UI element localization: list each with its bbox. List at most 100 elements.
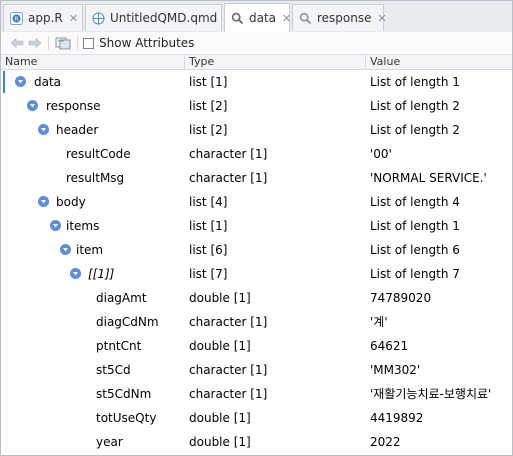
tree-row[interactable]: response list [2] List of length 2: [1, 94, 512, 118]
row-name: data: [34, 75, 62, 89]
tree-row[interactable]: header list [2] List of length 2: [1, 118, 512, 142]
tab-label: data: [249, 11, 277, 25]
toolbar-divider: [48, 36, 49, 50]
show-attributes-label: Show Attributes: [99, 36, 195, 50]
tree-row[interactable]: diagAmt double [1] 74789020: [1, 286, 512, 310]
row-type: list [2]: [189, 99, 228, 113]
row-type: double [1]: [189, 411, 251, 425]
row-type: double [1]: [189, 291, 251, 305]
expand-toggle-icon[interactable]: [50, 220, 61, 231]
expand-toggle-icon[interactable]: [38, 124, 49, 135]
row-value: 64621: [370, 339, 409, 353]
row-value: 'MM302': [370, 363, 421, 377]
column-header-type[interactable]: Type: [185, 55, 365, 69]
row-name: ptntCnt: [96, 339, 142, 353]
row-value: 74789020: [370, 291, 432, 305]
row-value: '재활기능치료-보행치료': [370, 387, 492, 401]
tree-row[interactable]: data list [1] List of length 1: [1, 70, 512, 94]
row-type: list [6]: [189, 243, 228, 257]
row-value: 'NORMAL SERVICE.': [370, 171, 487, 185]
row-type: list [1]: [189, 219, 228, 233]
expand-toggle-icon[interactable]: [27, 100, 38, 111]
row-value: List of length 2: [370, 99, 460, 113]
show-in-new-window-icon[interactable]: [54, 35, 72, 51]
expand-toggle-icon[interactable]: [60, 244, 71, 255]
row-name: resultMsg: [66, 171, 125, 185]
row-value: 4419892: [370, 411, 424, 425]
column-header-row: Name Type Value: [1, 55, 512, 70]
row-value: List of length 4: [370, 195, 460, 209]
column-header-name[interactable]: Name: [1, 55, 184, 69]
row-value: List of length 6: [370, 243, 460, 257]
tree-row[interactable]: items list [1] List of length 1: [1, 214, 512, 238]
row-name: st5CdNm: [96, 387, 152, 401]
row-type: double [1]: [189, 339, 251, 353]
row-name: year: [96, 435, 123, 449]
tree-row[interactable]: diagCdNm character [1] '계': [1, 310, 512, 334]
r-file-icon: R: [10, 11, 23, 25]
tab-app-r[interactable]: R app.R ✕: [3, 4, 83, 31]
row-value: List of length 2: [370, 123, 460, 137]
row-name: header: [56, 123, 99, 137]
row-type: list [7]: [189, 267, 228, 281]
row-name: resultCode: [66, 147, 131, 161]
show-attributes-checkbox[interactable]: [83, 37, 94, 49]
tab-label: response: [317, 11, 372, 25]
expand-toggle-icon[interactable]: [38, 196, 49, 207]
forward-arrow-icon[interactable]: [27, 35, 43, 51]
row-value: List of length 7: [370, 267, 460, 281]
svg-text:R: R: [14, 16, 18, 23]
search-icon: [299, 12, 312, 24]
row-type: list [2]: [189, 123, 228, 137]
tree-row[interactable]: item list [6] List of length 6: [1, 238, 512, 262]
tab-label: app.R: [28, 11, 63, 25]
tree-row[interactable]: resultCode character [1] '00': [1, 142, 512, 166]
row-name: totUseQty: [96, 411, 157, 425]
row-type: list [1]: [189, 75, 228, 89]
column-header-value[interactable]: Value: [366, 55, 512, 69]
row-name: items: [66, 219, 100, 233]
tree-row[interactable]: ptntCnt double [1] 64621: [1, 334, 512, 358]
row-name: [[1]]: [88, 267, 115, 281]
search-icon: [231, 12, 244, 24]
row-value: '계': [370, 315, 388, 329]
row-type: character [1]: [189, 363, 268, 377]
expand-toggle-icon[interactable]: [15, 76, 26, 87]
tree-row[interactable]: st5Cd character [1] 'MM302': [1, 358, 512, 382]
row-name: response: [46, 99, 101, 113]
tree-row[interactable]: year double [1] 2022: [1, 430, 512, 454]
tree-row[interactable]: body list [4] List of length 4: [1, 190, 512, 214]
quarto-file-icon: [92, 12, 105, 24]
tree-row[interactable]: totUseQty double [1] 4419892: [1, 406, 512, 430]
data-viewer-pane: R app.R ✕ UntitledQMD.qmd ✕ data ✕: [0, 0, 513, 456]
toolbar-divider: [77, 36, 78, 50]
row-name: diagAmt: [96, 291, 147, 305]
row-value: '00': [370, 147, 392, 161]
row-type: double [1]: [189, 435, 251, 449]
tab-response[interactable]: response ✕: [292, 4, 387, 31]
row-name: item: [76, 243, 104, 257]
row-type: character [1]: [189, 147, 268, 161]
row-name: body: [56, 195, 86, 209]
close-icon[interactable]: ✕: [282, 12, 291, 25]
tab-untitled-qmd[interactable]: UntitledQMD.qmd ✕: [85, 4, 232, 31]
toolbar: Show Attributes: [1, 32, 512, 55]
tab-bar: R app.R ✕ UntitledQMD.qmd ✕ data ✕: [1, 1, 512, 33]
close-icon[interactable]: ✕: [69, 12, 78, 25]
row-value: 2022: [370, 435, 401, 449]
tree-row[interactable]: resultMsg character [1] 'NORMAL SERVICE.…: [1, 166, 512, 190]
row-name: st5Cd: [96, 363, 131, 377]
close-icon[interactable]: ✕: [378, 12, 387, 25]
tab-label: UntitledQMD.qmd: [110, 11, 218, 25]
row-value: List of length 1: [370, 75, 460, 89]
tab-data[interactable]: data ✕: [224, 3, 291, 32]
row-name: diagCdNm: [96, 315, 159, 329]
tree-row[interactable]: st5CdNm character [1] '재활기능치료-보행치료': [1, 382, 512, 406]
row-type: character [1]: [189, 171, 268, 185]
expand-toggle-icon[interactable]: [70, 268, 81, 279]
row-value: List of length 1: [370, 219, 460, 233]
tree-row[interactable]: [[1]] list [7] List of length 7: [1, 262, 512, 286]
back-arrow-icon[interactable]: [9, 35, 25, 51]
row-type: character [1]: [189, 315, 268, 329]
row-type: list [4]: [189, 195, 228, 209]
